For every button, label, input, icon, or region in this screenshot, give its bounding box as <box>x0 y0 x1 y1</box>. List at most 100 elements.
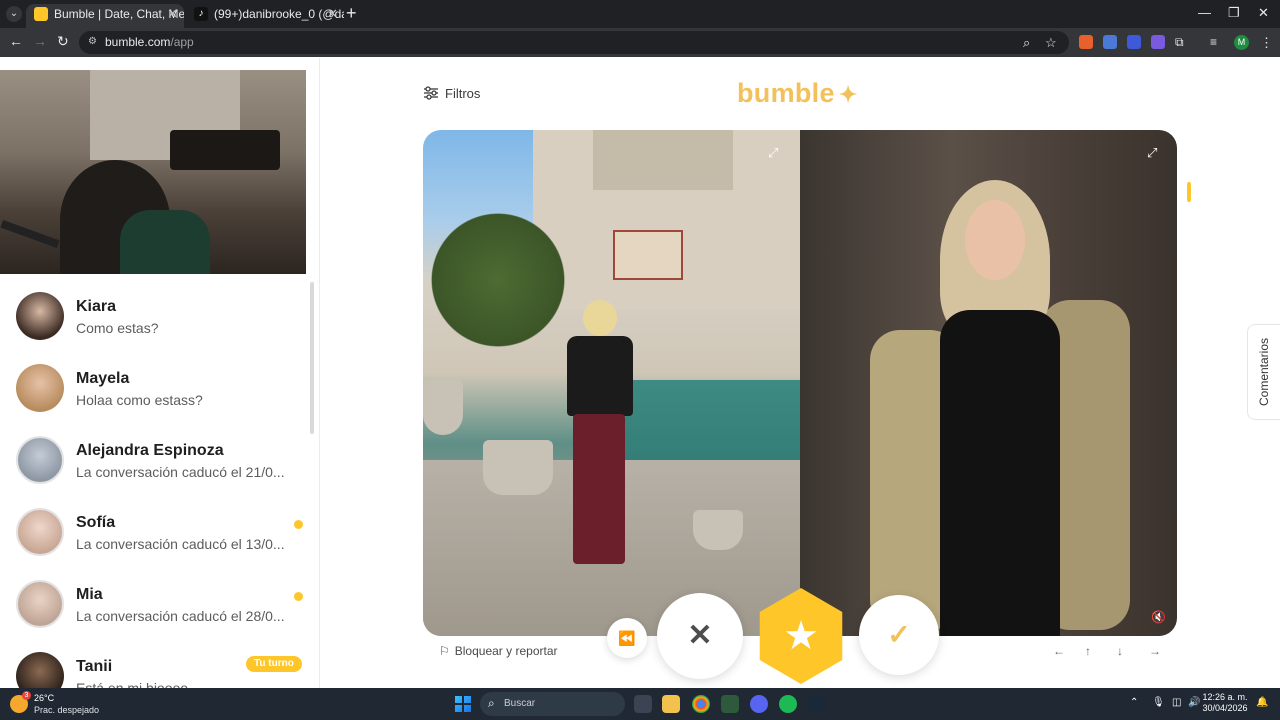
tab-close-icon[interactable]: ✕ <box>167 4 178 24</box>
conversation-preview: Holaa como estass? <box>76 392 203 408</box>
bumble-favicon-icon <box>34 7 48 21</box>
back-icon[interactable]: ← <box>9 33 23 49</box>
conversation-name: Kiara <box>76 298 117 315</box>
profile-photo[interactable]: ⤢ <box>800 130 1177 636</box>
volume-icon[interactable]: 🔊 <box>1188 697 1200 708</box>
bumble-logo[interactable]: bumble ✦ <box>737 78 858 109</box>
extension-icon[interactable] <box>1079 35 1093 49</box>
avatar <box>16 436 64 484</box>
task-view-icon[interactable] <box>634 695 652 713</box>
conversation-name: Mayela <box>76 370 130 387</box>
chrome-icon[interactable] <box>692 695 710 713</box>
tab-title: Bumble | Date, Chat, Meet New <box>54 7 184 21</box>
profile-avatar[interactable]: M <box>1234 35 1249 50</box>
windows-taskbar: 3 26°C Prac. despejado ⌕ Buscar ⌃ 🎙 ◫ 🔊 … <box>0 688 1280 720</box>
translate-extension-icon[interactable] <box>1103 35 1117 49</box>
avatar <box>16 580 64 628</box>
profile-card[interactable]: ⤢ ⤢ 🔇 <box>423 130 1177 636</box>
app-icon[interactable] <box>721 695 739 713</box>
network-icon[interactable]: ◫ <box>1172 697 1181 708</box>
system-clock[interactable]: 12:26 a. m. 30/04/2026 <box>1202 692 1248 714</box>
extensions-puzzle-icon[interactable]: ⧉ <box>1175 35 1189 49</box>
conversation-item[interactable]: Kiara Como estas? <box>0 280 310 352</box>
webcam-overlay <box>0 70 306 274</box>
address-bar[interactable]: ⚙ bumble.com/app ⌕ ☆ <box>79 31 1069 54</box>
close-window-icon[interactable]: ✕ <box>1258 5 1269 21</box>
conversation-name: Sofía <box>76 514 116 531</box>
reload-icon[interactable]: ↻ <box>57 33 69 50</box>
flag-icon: ⚐ <box>439 644 450 658</box>
encounters-panel: Filtros bumble ✦ ⤢ ⤢ 🔇 Comentarios ⏪ ✕ ★… <box>321 58 1280 688</box>
unread-dot <box>294 520 303 529</box>
conversation-item[interactable]: Mayela Holaa como estass? <box>0 352 310 424</box>
block-report-link[interactable]: ⚐ Bloquear y reportar <box>439 644 558 658</box>
conversation-item[interactable]: Sofía La conversación caducó el 13/0... <box>0 496 310 568</box>
pass-button[interactable]: ✕ <box>657 593 743 679</box>
photo-progress-indicator <box>1187 182 1191 202</box>
conversation-preview: La conversación caducó el 21/0... <box>76 464 285 480</box>
unread-dot <box>294 592 303 601</box>
forward-icon[interactable]: → <box>33 33 47 49</box>
new-tab-button[interactable]: + <box>346 4 357 22</box>
notifications-icon[interactable]: 🔔 <box>1256 697 1268 708</box>
conversation-preview: Está en mi bioooo <box>76 680 189 688</box>
mute-icon[interactable]: 🔇 <box>1151 610 1166 624</box>
conversation-list: Kiara Como estas? Mayela Holaa como esta… <box>0 280 310 688</box>
file-explorer-icon[interactable] <box>662 695 680 713</box>
clock-date: 30/04/2026 <box>1202 703 1248 713</box>
site-info-icon[interactable]: ⚙ <box>88 36 100 48</box>
filters-label: Filtros <box>445 86 481 101</box>
conversation-name: Alejandra Espinoza <box>76 442 224 459</box>
taskbar-search[interactable]: ⌕ Buscar <box>480 692 625 716</box>
search-icon: ⌕ <box>488 696 495 710</box>
microphone-icon[interactable]: 🎙 <box>1152 697 1165 708</box>
temperature: 26°C <box>34 693 55 703</box>
conversation-item[interactable]: Tanii Está en mi bioooo Tu turno <box>0 640 310 688</box>
conversation-item[interactable]: Mia La conversación caducó el 28/0... <box>0 568 310 640</box>
spotify-icon[interactable] <box>779 695 797 713</box>
arrow-left-key-icon: ← <box>1053 644 1065 658</box>
rewind-button[interactable]: ⏪ <box>607 618 647 658</box>
media-controls-icon[interactable]: ≡ <box>1210 35 1224 49</box>
conversation-name: Mia <box>76 586 103 603</box>
tiktok-favicon-icon: ♪ <box>194 7 208 21</box>
clock-time: 12:26 a. m. <box>1202 692 1248 702</box>
url-text[interactable]: bumble.com/app <box>105 35 194 49</box>
minimize-icon[interactable]: — <box>1198 5 1211 20</box>
browser-tab-bar: ⌄ Bumble | Date, Chat, Meet New ✕ ♪ (99+… <box>0 0 1280 28</box>
profile-photo[interactable]: ⤢ <box>423 130 800 636</box>
discord-icon[interactable] <box>750 695 768 713</box>
tab-title: (99+)danibrooke_0 (@danibro <box>214 7 344 21</box>
search-placeholder: Buscar <box>504 698 536 709</box>
your-turn-badge: Tu turno <box>246 656 302 672</box>
steam-icon[interactable] <box>808 695 826 713</box>
arrow-up-key-icon: ↑ <box>1085 644 1091 658</box>
sidebar-scrollbar[interactable] <box>310 282 314 434</box>
menu-dots-icon[interactable]: ⋮ <box>1260 35 1274 50</box>
extension-icon[interactable] <box>1127 35 1141 49</box>
tab-tiktok[interactable]: ♪ (99+)danibrooke_0 (@danibro ✕ <box>186 4 344 28</box>
expand-icon[interactable]: ⤢ <box>1147 146 1161 160</box>
filter-sliders-icon <box>424 86 438 100</box>
filters-button[interactable]: Filtros <box>423 86 480 101</box>
arrow-right-key-icon: → <box>1149 644 1161 658</box>
windows-start-icon[interactable] <box>455 696 471 712</box>
conversation-item[interactable]: Alejandra Espinoza La conversación caduc… <box>0 424 310 496</box>
tab-bumble[interactable]: Bumble | Date, Chat, Meet New ✕ <box>26 4 184 28</box>
tab-search-button[interactable]: ⌄ <box>6 6 22 22</box>
bookmark-star-icon[interactable]: ☆ <box>1045 35 1057 51</box>
zoom-icon[interactable]: ⌕ <box>1023 35 1030 51</box>
tab-close-icon[interactable]: ✕ <box>327 4 338 24</box>
extension-icon[interactable] <box>1151 35 1165 49</box>
expand-icon[interactable]: ⤢ <box>768 146 782 160</box>
avatar <box>16 292 64 340</box>
logo-bolt-icon: ✦ <box>838 82 858 107</box>
browser-toolbar: ← → ↻ ⚙ bumble.com/app ⌕ ☆ ⧉ ≡ M ⋮ <box>0 28 1280 57</box>
like-button[interactable]: ✓ <box>859 595 939 675</box>
comments-tab[interactable]: Comentarios <box>1247 324 1280 420</box>
conversation-preview: Como estas? <box>76 320 159 336</box>
restore-icon[interactable]: ❐ <box>1228 5 1240 21</box>
comments-label: Comentarios <box>1257 337 1271 407</box>
tray-chevron-icon[interactable]: ⌃ <box>1130 697 1138 708</box>
avatar <box>16 652 64 688</box>
